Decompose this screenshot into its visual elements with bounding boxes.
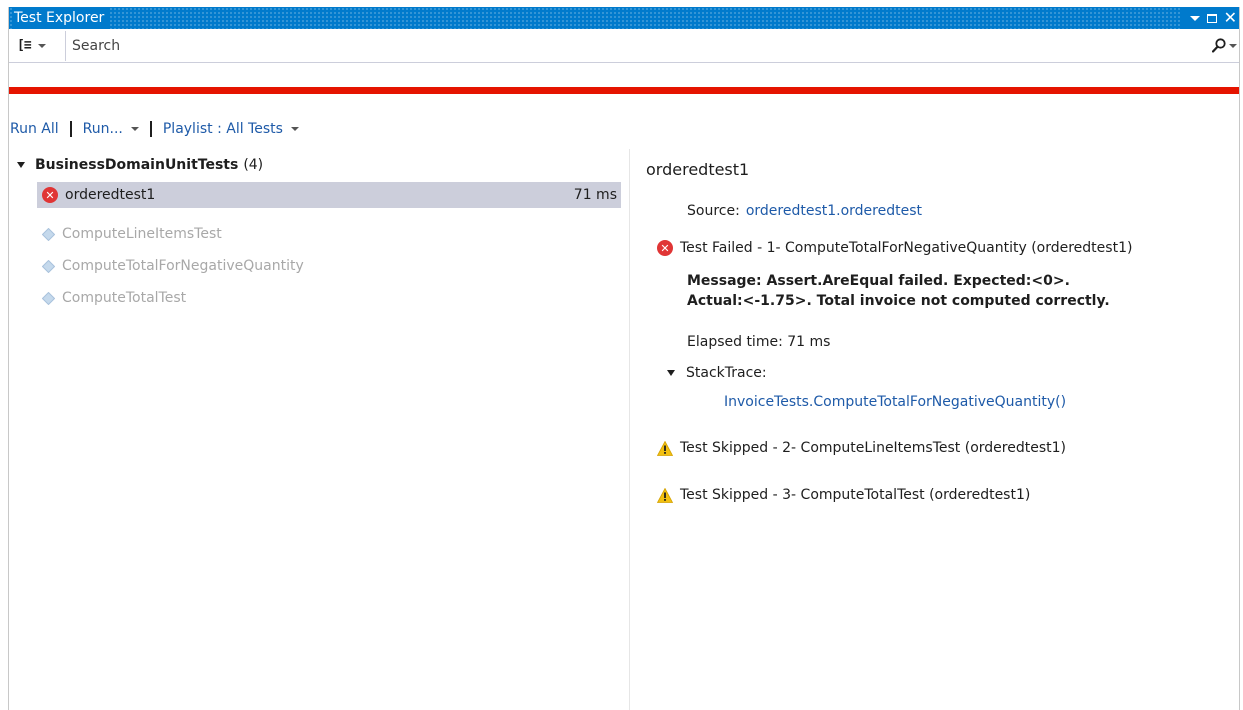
search-input[interactable] (65, 30, 1209, 61)
maximize-icon[interactable] (1206, 13, 1217, 23)
error-icon: ✕ (42, 187, 58, 203)
skipped-result-text: Test Skipped - 2- ComputeLineItemsTest (… (680, 440, 1066, 456)
stacktrace-link[interactable]: InvoiceTests.ComputeTotalForNegativeQuan… (724, 394, 1066, 410)
collapse-arrow-icon[interactable] (667, 370, 675, 376)
source-link[interactable]: orderedtest1.orderedtest (746, 203, 922, 219)
test-row-computetotaltest[interactable]: ComputeTotalTest (37, 285, 621, 311)
test-duration: 71 ms (573, 187, 617, 203)
stacktrace-header[interactable]: StackTrace: (667, 365, 767, 381)
window-controls: ✕ (1181, 7, 1239, 29)
failed-result: ✕ Test Failed - 1- ComputeTotalForNegati… (657, 240, 1132, 256)
elapsed-time: Elapsed time: 71 ms (687, 334, 831, 350)
test-explorer-window: Test Explorer ✕ [≡ Run All Run... Playli… (8, 7, 1240, 710)
warning-icon (657, 487, 673, 503)
chevron-down-icon (37, 43, 46, 48)
failure-message-line: Actual:<-1.75>. Total invoice not comput… (687, 293, 1110, 309)
pane-splitter[interactable] (629, 149, 630, 710)
not-run-icon (42, 227, 55, 241)
run-dropdown[interactable]: Run... (83, 121, 139, 137)
test-row-computelineitemstest[interactable]: ComputeLineItemsTest (37, 221, 621, 247)
toolbar-separator (69, 121, 72, 137)
test-row-computetotalfornegativequantity[interactable]: ComputeTotalForNegativeQuantity (37, 253, 621, 279)
test-name: ComputeTotalForNegativeQuantity (62, 258, 304, 274)
playlist-dropdown-label: Playlist : All Tests (162, 121, 283, 137)
warning-icon (657, 440, 673, 456)
group-by-icon: [≡ (17, 38, 32, 53)
close-icon[interactable]: ✕ (1224, 7, 1237, 29)
test-list-pane: BusinessDomainUnitTests (4) ✕ orderedtes… (9, 149, 621, 710)
not-run-icon (42, 291, 55, 305)
run-dropdown-label: Run... (82, 121, 123, 137)
window-menu-chevron-icon[interactable] (1189, 15, 1200, 21)
failure-status-bar (9, 87, 1239, 94)
not-run-icon (42, 259, 55, 273)
detail-title: orderedtest1 (646, 160, 750, 179)
failure-message-line: Message: Assert.AreEqual failed. Expecte… (687, 273, 1070, 289)
run-toolbar: Run All Run... Playlist : All Tests (10, 119, 299, 139)
skipped-result: Test Skipped - 2- ComputeLineItemsTest (… (657, 440, 1066, 456)
failed-result-text: Test Failed - 1- ComputeTotalForNegative… (680, 240, 1133, 256)
test-name: ComputeLineItemsTest (62, 226, 222, 242)
detail-source: Source: orderedtest1.orderedtest (687, 203, 922, 219)
test-detail-pane: orderedtest1 Source: orderedtest1.ordered… (646, 160, 1239, 710)
chevron-down-icon (130, 127, 139, 131)
title-bar[interactable]: Test Explorer ✕ (9, 7, 1239, 29)
test-group-header[interactable]: BusinessDomainUnitTests (4) (17, 155, 263, 175)
search-bar: [≡ (9, 29, 1239, 63)
test-group-name: BusinessDomainUnitTests (35, 157, 239, 173)
playlist-dropdown[interactable]: Playlist : All Tests (163, 121, 299, 137)
toolbar-separator (149, 121, 152, 137)
skipped-result-text: Test Skipped - 3- ComputeTotalTest (orde… (680, 487, 1031, 503)
test-row-orderedtest1[interactable]: ✕ orderedtest1 71 ms (37, 182, 621, 208)
test-name: orderedtest1 (65, 187, 156, 203)
stacktrace-label: StackTrace: (686, 365, 767, 381)
test-group-count: (4) (243, 157, 264, 173)
failure-message: Message: Assert.AreEqual failed. Expecte… (687, 271, 1110, 311)
search-icon (1211, 38, 1226, 53)
search-options-chevron-icon (1228, 43, 1237, 48)
test-name: ComputeTotalTest (62, 290, 187, 306)
chevron-down-icon (290, 127, 299, 131)
expand-arrow-icon[interactable] (17, 162, 25, 168)
group-by-button[interactable]: [≡ (9, 29, 65, 62)
run-all-link[interactable]: Run All (10, 121, 59, 137)
error-icon: ✕ (657, 240, 673, 256)
window-title: Test Explorer (13, 7, 111, 29)
skipped-result: Test Skipped - 3- ComputeTotalTest (orde… (657, 487, 1030, 503)
search-button[interactable] (1209, 38, 1239, 53)
source-label: Source: (687, 203, 740, 219)
